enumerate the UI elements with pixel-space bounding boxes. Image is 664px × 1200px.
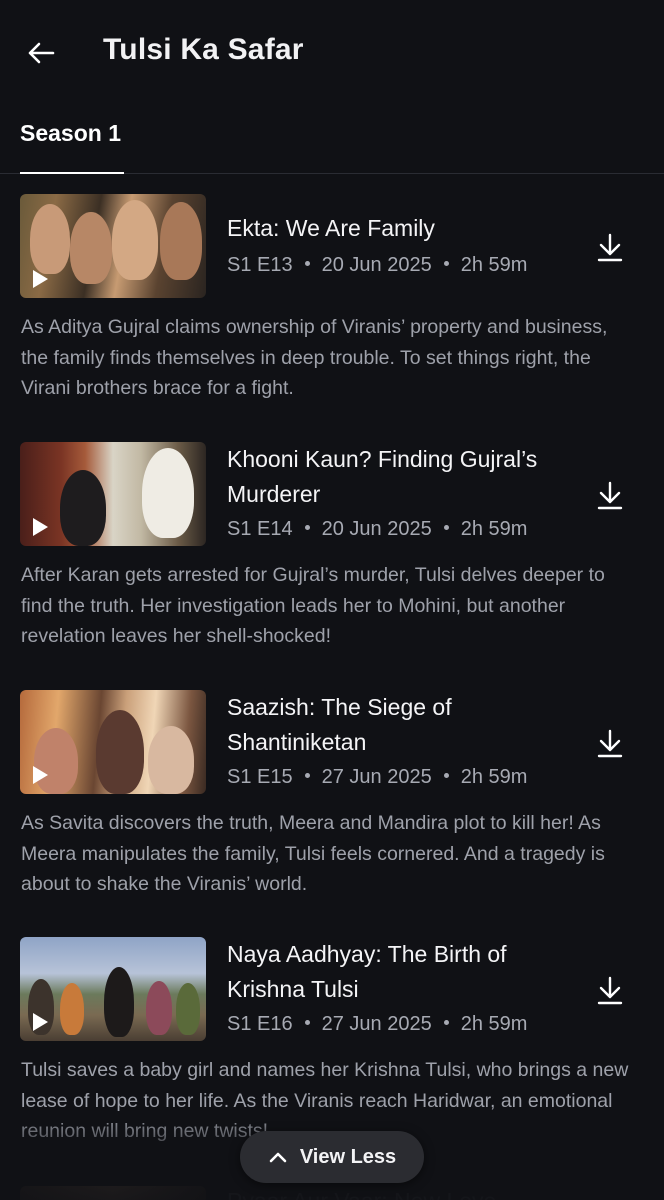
next-episode-peek: Pyaar Aur Vaar: New Love xyxy=(0,1180,664,1200)
download-icon xyxy=(597,233,623,262)
separator-dot xyxy=(443,1020,449,1026)
chevron-up-icon xyxy=(269,1152,287,1163)
back-button[interactable] xyxy=(20,32,62,74)
episode-code: S1 E14 xyxy=(227,518,293,540)
episode-duration: 2h 59m xyxy=(460,254,528,276)
episode-duration: 2h 59m xyxy=(460,518,528,540)
app-header: Tulsi Ka Safar xyxy=(0,0,664,100)
episode-code: S1 E16 xyxy=(227,1013,293,1035)
download-button[interactable] xyxy=(592,726,628,762)
play-icon xyxy=(33,270,48,288)
arrow-left-icon xyxy=(28,42,55,64)
download-button[interactable] xyxy=(592,973,628,1009)
episode-date: 27 Jun 2025 xyxy=(321,766,432,788)
episode-code: S1 E13 xyxy=(227,254,293,276)
season-tabs: Season 1 xyxy=(0,108,664,174)
play-icon xyxy=(33,1013,48,1031)
episode-date: 27 Jun 2025 xyxy=(321,1013,432,1035)
play-icon xyxy=(33,518,48,536)
view-less-button[interactable]: View Less xyxy=(240,1131,424,1183)
separator-dot xyxy=(443,525,449,531)
episode-meta: S1 E13 20 Jun 2025 2h 59m xyxy=(227,254,527,277)
download-icon xyxy=(597,976,623,1005)
episode-title[interactable]: Khooni Kaun? Finding Gujral’s Murderer xyxy=(227,442,587,512)
episode-thumbnail[interactable] xyxy=(20,937,206,1041)
episode-date: 20 Jun 2025 xyxy=(321,254,432,276)
episode-thumbnail[interactable] xyxy=(20,194,206,298)
episode-title[interactable]: Naya Aadhyay: The Birth of Krishna Tulsi xyxy=(227,937,587,1007)
download-icon xyxy=(597,481,623,510)
episode-title[interactable]: Saazish: The Siege of Shantiniketan xyxy=(227,690,587,760)
episode-thumbnail[interactable] xyxy=(20,442,206,546)
separator-dot xyxy=(304,773,310,779)
tab-season-1[interactable]: Season 1 xyxy=(20,120,121,147)
episode-thumbnail[interactable] xyxy=(20,690,206,794)
episode-description: As Savita discovers the truth, Meera and… xyxy=(21,812,605,895)
separator-dot xyxy=(304,525,310,531)
episode-duration: 2h 59m xyxy=(460,1013,528,1035)
episode-code: S1 E15 xyxy=(227,766,293,788)
download-icon xyxy=(597,729,623,758)
episode-title[interactable]: Pyaar Aur Vaar: New Love xyxy=(227,1188,496,1200)
episode-duration: 2h 59m xyxy=(460,766,528,788)
episode-description: After Karan gets arrested for Gujral’s m… xyxy=(21,564,605,647)
episode-date: 20 Jun 2025 xyxy=(321,518,432,540)
episode-description: As Aditya Gujral claims ownership of Vir… xyxy=(21,316,608,399)
tab-selected-indicator xyxy=(20,172,124,174)
view-less-label: View Less xyxy=(299,1145,397,1168)
separator-dot xyxy=(443,773,449,779)
play-icon xyxy=(33,766,48,784)
separator-dot xyxy=(443,261,449,267)
separator-dot xyxy=(304,261,310,267)
episode-meta: S1 E16 27 Jun 2025 2h 59m xyxy=(227,1013,527,1036)
episode-meta: S1 E14 20 Jun 2025 2h 59m xyxy=(227,518,527,541)
episode-title[interactable]: Ekta: We Are Family xyxy=(227,211,587,246)
page-title: Tulsi Ka Safar xyxy=(103,33,304,66)
separator-dot xyxy=(304,1020,310,1026)
download-button[interactable] xyxy=(592,230,628,266)
episode-list-screen: Tulsi Ka Safar Season 1 Ekta: We Are Fam… xyxy=(0,0,664,1200)
episode-thumbnail[interactable] xyxy=(20,1186,206,1200)
download-button[interactable] xyxy=(592,478,628,514)
episode-meta: S1 E15 27 Jun 2025 2h 59m xyxy=(227,766,527,789)
